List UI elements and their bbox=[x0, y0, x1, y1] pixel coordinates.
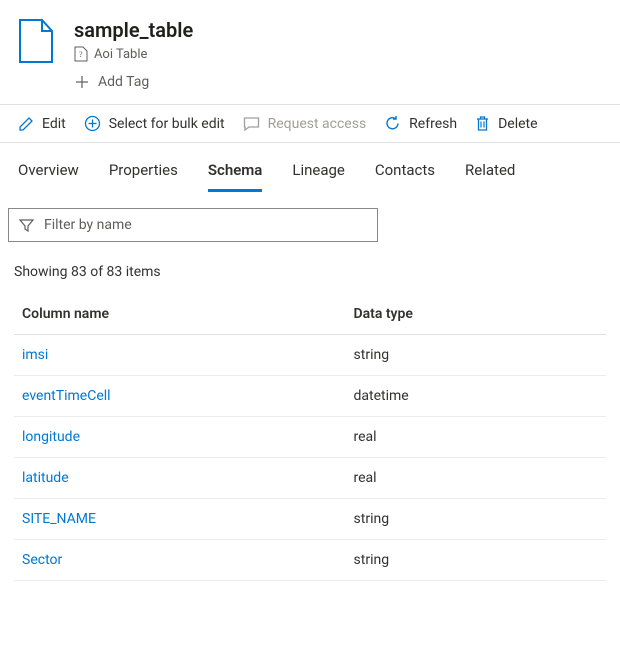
schema-table: Column name Data type imsistringeventTim… bbox=[14, 294, 606, 581]
column-link[interactable]: SITE_NAME bbox=[22, 511, 96, 527]
refresh-icon bbox=[384, 115, 401, 132]
table-row: SITE_NAME string bbox=[14, 499, 606, 540]
tab-overview[interactable]: Overview bbox=[18, 161, 79, 192]
column-link[interactable]: Sector bbox=[22, 552, 62, 568]
request-access-label: Request access bbox=[268, 116, 367, 132]
table-row: imsi string bbox=[14, 335, 606, 376]
edit-button[interactable]: Edit bbox=[18, 116, 66, 132]
tab-related[interactable]: Related bbox=[465, 161, 515, 192]
data-type-cell: real bbox=[346, 417, 606, 458]
filter-section bbox=[0, 192, 620, 242]
header-column-name: Column name bbox=[14, 294, 346, 335]
tab-schema[interactable]: Schema bbox=[208, 161, 263, 192]
select-bulk-button[interactable]: Select for bulk edit bbox=[84, 115, 225, 132]
plus-circle-icon bbox=[84, 115, 101, 132]
asset-header: sample_table ? Aoi Table Add Tag bbox=[0, 0, 620, 104]
tab-lineage[interactable]: Lineage bbox=[292, 161, 345, 192]
column-link[interactable]: eventTimeCell bbox=[22, 388, 111, 404]
column-name-cell: latitude bbox=[14, 458, 346, 499]
filter-icon bbox=[19, 218, 34, 233]
add-tag-label: Add Tag bbox=[98, 74, 149, 90]
column-name-cell: longitude bbox=[14, 417, 346, 458]
add-tag-button[interactable]: Add Tag bbox=[74, 74, 193, 90]
asset-subtype: ? Aoi Table bbox=[74, 46, 193, 62]
refresh-label: Refresh bbox=[409, 116, 457, 132]
column-link[interactable]: longitude bbox=[22, 429, 80, 445]
column-link[interactable]: latitude bbox=[22, 470, 69, 486]
select-bulk-label: Select for bulk edit bbox=[109, 116, 225, 132]
toolbar: Edit Select for bulk edit Request access… bbox=[0, 105, 620, 142]
column-name-cell: imsi bbox=[14, 335, 346, 376]
edit-label: Edit bbox=[42, 116, 66, 132]
chat-icon bbox=[243, 116, 260, 132]
data-type-cell: datetime bbox=[346, 376, 606, 417]
trash-icon bbox=[475, 115, 490, 132]
table-header-row: Column name Data type bbox=[14, 294, 606, 335]
table-row: longitude real bbox=[14, 417, 606, 458]
column-name-cell: eventTimeCell bbox=[14, 376, 346, 417]
data-type-cell: string bbox=[346, 540, 606, 581]
filter-input[interactable] bbox=[42, 216, 367, 234]
document-icon: ? bbox=[74, 46, 88, 62]
data-type-cell: string bbox=[346, 499, 606, 540]
data-type-cell: real bbox=[346, 458, 606, 499]
svg-text:?: ? bbox=[79, 50, 83, 59]
asset-title: sample_table bbox=[74, 18, 193, 42]
request-access-button: Request access bbox=[243, 116, 367, 132]
filter-box[interactable] bbox=[8, 208, 378, 242]
tab-properties[interactable]: Properties bbox=[109, 161, 178, 192]
table-row: Sector string bbox=[14, 540, 606, 581]
refresh-button[interactable]: Refresh bbox=[384, 115, 457, 132]
plus-icon bbox=[74, 74, 90, 90]
asset-subtype-label: Aoi Table bbox=[94, 47, 147, 62]
column-link[interactable]: imsi bbox=[22, 347, 48, 363]
tab-bar: Overview Properties Schema Lineage Conta… bbox=[0, 143, 620, 192]
header-data-type: Data type bbox=[346, 294, 606, 335]
file-icon bbox=[18, 18, 54, 64]
table-row: eventTimeCell datetime bbox=[14, 376, 606, 417]
delete-button[interactable]: Delete bbox=[475, 115, 537, 132]
table-row: latitude real bbox=[14, 458, 606, 499]
result-count: Showing 83 of 83 items bbox=[0, 242, 620, 294]
column-name-cell: Sector bbox=[14, 540, 346, 581]
pencil-icon bbox=[18, 116, 34, 132]
data-type-cell: string bbox=[346, 335, 606, 376]
column-name-cell: SITE_NAME bbox=[14, 499, 346, 540]
delete-label: Delete bbox=[498, 116, 537, 132]
tab-contacts[interactable]: Contacts bbox=[375, 161, 435, 192]
title-block: sample_table ? Aoi Table Add Tag bbox=[74, 18, 193, 90]
